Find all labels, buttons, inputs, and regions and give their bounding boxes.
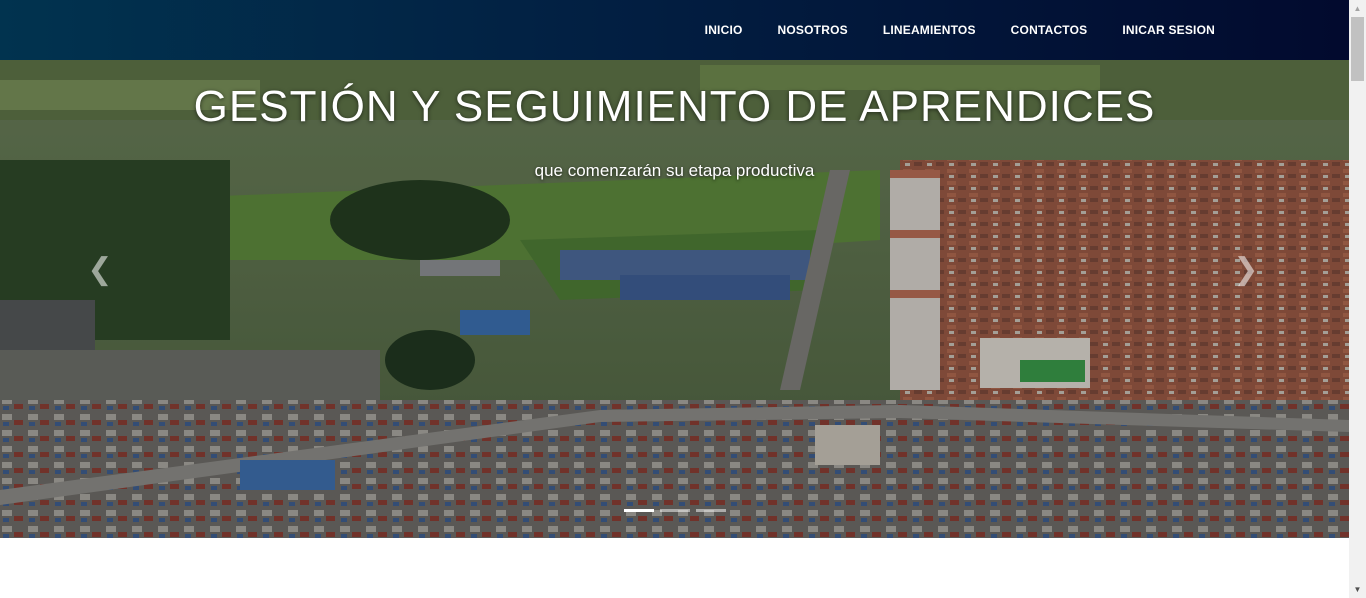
carousel-indicator-1[interactable] [624,509,654,512]
carousel-indicators [624,509,732,512]
scrollbar-thumb[interactable] [1351,17,1364,81]
nav-links: INICIO NOSOTROS LINEAMIENTOS CONTACTOS I… [670,0,1215,60]
nav-link-nosotros[interactable]: NOSOTROS [778,23,848,37]
carousel-prev-button[interactable]: ❮ [80,250,120,290]
chevron-right-icon: ❯ [1233,253,1259,286]
hero-carousel: GESTIÓN Y SEGUIMIENTO DE APRENDICES que … [0,60,1349,538]
nav-link-contactos[interactable]: CONTACTOS [1011,23,1088,37]
carousel-indicator-3[interactable] [696,509,726,512]
nav-link-iniciar-sesion[interactable]: INICAR SESION [1122,23,1215,37]
nav-link-inicio[interactable]: INICIO [705,23,743,37]
hero-subtitle: que comenzarán su etapa productiva [534,161,815,180]
hero-title: GESTIÓN Y SEGUIMIENTO DE APRENDICES [193,82,1156,131]
carousel-indicator-2[interactable] [660,509,690,512]
scroll-down-arrow-icon[interactable]: ▼ [1349,581,1366,598]
scroll-up-arrow-icon[interactable]: ▲ [1349,0,1366,17]
chevron-left-icon: ❮ [87,253,113,286]
nav-link-lineamientos[interactable]: LINEAMIENTOS [883,23,976,37]
carousel-next-button[interactable]: ❯ [1226,250,1266,290]
top-navbar: INICIO NOSOTROS LINEAMIENTOS CONTACTOS I… [0,0,1349,60]
page-scrollbar[interactable]: ▲ ▼ [1349,0,1366,598]
